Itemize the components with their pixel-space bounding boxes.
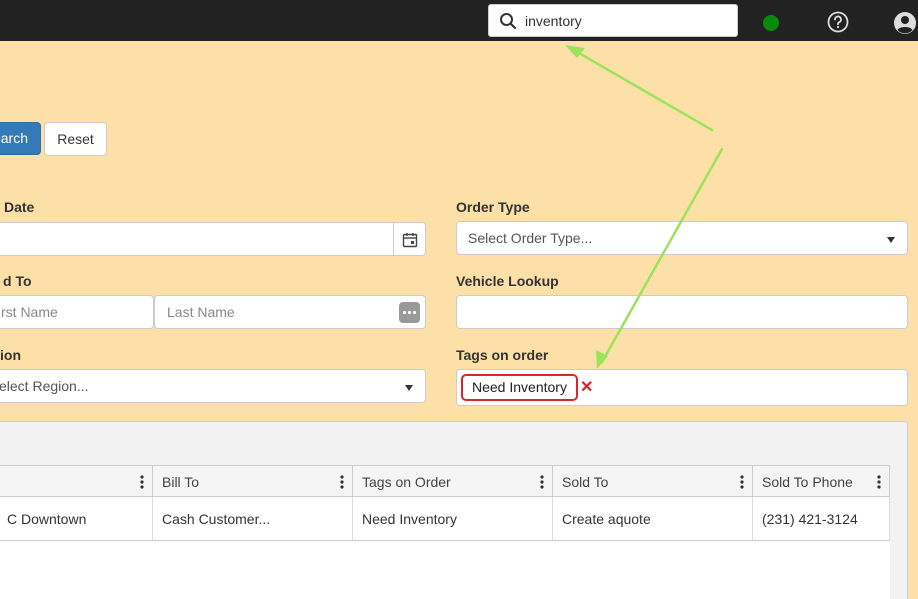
last-name-placeholder: Last Name [167, 304, 235, 320]
cell-text: Cash Customer... [162, 511, 271, 527]
cell-text: C Downtown [7, 511, 87, 527]
vehicle-lookup-label: Vehicle Lookup [456, 273, 559, 289]
date-input[interactable] [0, 222, 426, 256]
cell-text: (231) 421-3124 [762, 511, 858, 527]
tags-input[interactable]: Need Inventory ✕ [456, 369, 908, 406]
column-header-sold-to[interactable]: Sold To [553, 465, 753, 497]
column-menu-icon[interactable] [340, 474, 344, 490]
order-type-select[interactable]: Select Order Type... [456, 221, 908, 255]
order-type-label: Order Type [456, 199, 530, 215]
tags-label: Tags on order [456, 347, 549, 363]
column-header-label: Sold To Phone [762, 474, 853, 490]
date-input-divider [393, 223, 394, 255]
table-cell-bill-to[interactable]: Cash Customer... [153, 497, 353, 541]
region-select-value: elect Region... [0, 378, 89, 394]
first-name-input[interactable]: rst Name [0, 295, 154, 329]
column-header-label: Sold To [562, 474, 609, 490]
arrowhead-icon [565, 45, 585, 58]
help-icon[interactable] [827, 11, 849, 33]
first-name-placeholder: rst Name [1, 304, 58, 320]
column-menu-icon[interactable] [540, 474, 544, 490]
table-cell-location[interactable]: C Downtown [0, 497, 153, 541]
column-header-sold-to-phone[interactable]: Sold To Phone [753, 465, 890, 497]
arrowhead-icon [596, 350, 608, 369]
table-cell-tags[interactable]: Need Inventory [353, 497, 553, 541]
more-options-icon[interactable] [399, 302, 420, 323]
reset-button[interactable]: Reset [44, 122, 107, 156]
global-search-value: inventory [525, 13, 582, 29]
column-menu-icon[interactable] [740, 474, 744, 490]
column-header-location[interactable] [0, 465, 153, 497]
column-header-label: Bill To [162, 474, 200, 490]
column-menu-icon[interactable] [877, 474, 881, 490]
tag-chip[interactable]: Need Inventory [461, 374, 578, 401]
global-search-input[interactable]: inventory [488, 4, 738, 37]
remove-tag-icon[interactable]: ✕ [580, 377, 593, 397]
search-button[interactable]: earch [0, 122, 41, 155]
column-header-bill-to[interactable]: Bill To [153, 465, 353, 497]
results-grid-body [0, 541, 890, 599]
chevron-down-icon [405, 385, 413, 391]
table-cell-sold-to[interactable]: Create aquote [553, 497, 753, 541]
chevron-down-icon [887, 237, 895, 243]
region-label: ion [0, 347, 21, 363]
annotation-arrow-to-search [570, 47, 714, 132]
sold-to-label: d To [3, 273, 32, 289]
status-online-icon [763, 15, 779, 31]
table-cell-sold-to-phone[interactable]: (231) 421-3124 [753, 497, 890, 541]
calendar-icon[interactable] [402, 232, 418, 248]
cell-text: Create aquote [562, 511, 651, 527]
column-header-label: Tags on Order [362, 474, 451, 490]
last-name-input[interactable]: Last Name [154, 295, 426, 329]
vehicle-lookup-input[interactable] [456, 295, 908, 329]
top-bar: inventory [0, 0, 918, 41]
region-select[interactable]: elect Region... [0, 369, 426, 403]
date-label: Date [4, 199, 35, 215]
annotation-arrow-to-tags [600, 147, 724, 364]
order-type-select-value: Select Order Type... [468, 230, 593, 246]
column-header-tags-on-order[interactable]: Tags on Order [353, 465, 553, 497]
search-icon [500, 13, 517, 30]
column-menu-icon[interactable] [140, 474, 144, 490]
user-icon[interactable] [893, 11, 917, 35]
cell-text: Need Inventory [362, 511, 457, 527]
